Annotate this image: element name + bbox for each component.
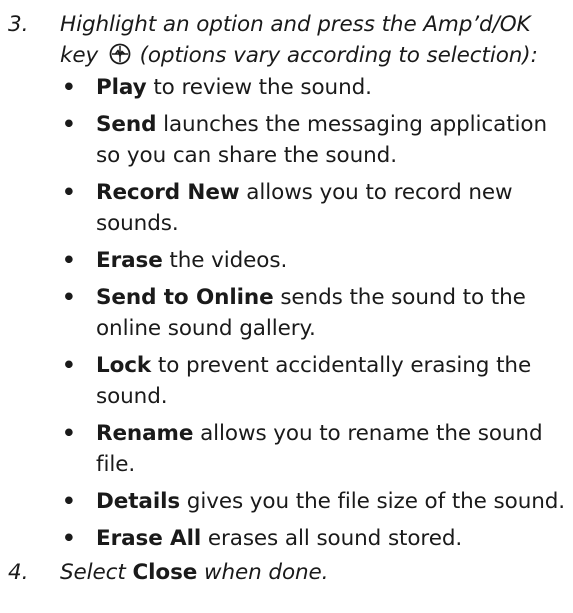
- list-item: • Send to Online sends the sound to the o…: [0, 282, 573, 344]
- list-item: • Send launches the messaging application…: [0, 109, 573, 171]
- step-number: 3.: [8, 12, 29, 37]
- option-term: Send to Online: [96, 285, 274, 310]
- options-list: • Play to review the sound. • Send launches…: [0, 72, 573, 560]
- step-number: 4.: [8, 560, 29, 585]
- bullet-icon: •: [62, 112, 76, 137]
- option-description: to review the sound.: [146, 75, 372, 100]
- bullet-icon: •: [62, 526, 76, 551]
- step-text-after-icon: (options vary according to selection):: [139, 43, 538, 68]
- list-item: • Lock to prevent accidentally erasing th…: [0, 350, 573, 412]
- option-description: gives you the file size of the sound.: [180, 489, 566, 514]
- option-term: Lock: [96, 353, 152, 378]
- list-item: • Play to review the sound.: [0, 72, 573, 103]
- bullet-icon: •: [62, 489, 76, 514]
- step-text: Select Close when done.: [60, 557, 570, 588]
- step-text-prefix: Select: [60, 560, 133, 585]
- bullet-icon: •: [62, 75, 76, 100]
- option-term: Details: [96, 489, 181, 514]
- step-text-suffix: when done.: [197, 560, 329, 585]
- bullet-icon: •: [62, 285, 76, 310]
- list-item: • Erase the videos.: [0, 245, 573, 276]
- bullet-icon: •: [62, 180, 76, 205]
- option-term: Play: [96, 75, 147, 100]
- list-item: • Rename allows you to rename the sound f…: [0, 418, 573, 480]
- option-term: Erase All: [96, 526, 202, 551]
- step-text: Highlight an option and press the Amp’d/…: [60, 9, 570, 74]
- list-item: • Details gives you the file size of the …: [0, 486, 573, 517]
- option-description: erases all sound stored.: [201, 526, 463, 551]
- option-term: Rename: [96, 421, 194, 446]
- option-term: Record New: [96, 180, 240, 205]
- bullet-icon: •: [62, 421, 76, 446]
- option-description: to prevent accidentally erasing the soun…: [96, 353, 532, 409]
- list-item: • Record New allows you to record new sou…: [0, 177, 573, 239]
- option-term: Erase: [96, 248, 163, 273]
- option-description: launches the messaging application so yo…: [96, 112, 548, 168]
- option-term: Send: [96, 112, 157, 137]
- bullet-icon: •: [62, 353, 76, 378]
- list-item: • Erase All erases all sound stored.: [0, 523, 573, 554]
- close-term: Close: [132, 560, 198, 585]
- amp-ok-key-icon: [109, 43, 131, 74]
- bullet-icon: •: [62, 248, 76, 273]
- instruction-page: 3. Highlight an option and press the Amp…: [0, 0, 573, 613]
- option-description: the videos.: [162, 248, 288, 273]
